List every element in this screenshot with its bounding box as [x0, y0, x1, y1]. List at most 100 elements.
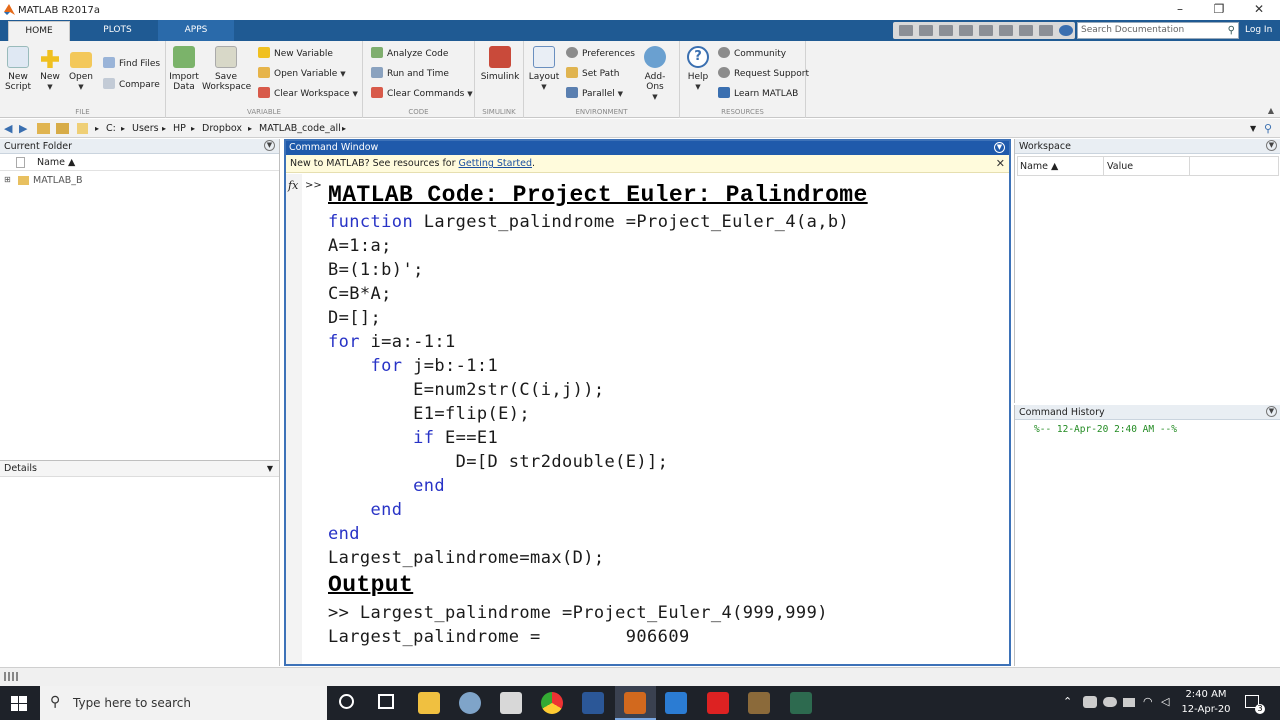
run-and-time-button[interactable]: Run and Time: [371, 67, 449, 79]
set-path-icon: [566, 67, 578, 78]
path-crumb[interactable]: Dropbox: [202, 119, 242, 138]
app-icon[interactable]: [790, 692, 812, 714]
taskbar-date[interactable]: 12-Apr-20: [1180, 704, 1232, 715]
file-explorer-icon[interactable]: [418, 692, 440, 714]
code-text: E==E1: [434, 428, 499, 448]
wifi-icon[interactable]: ◠: [1143, 695, 1153, 708]
compare-button[interactable]: Compare: [103, 78, 160, 90]
search-folder-icon[interactable]: ⚲: [1264, 119, 1272, 138]
path-crumb[interactable]: C:: [106, 119, 116, 138]
output-result-line: Largest_palindrome = 906609: [328, 627, 690, 647]
tab-plots[interactable]: PLOTS: [80, 20, 155, 41]
value-column-header[interactable]: Value: [1107, 161, 1133, 172]
tray-overflow-icon[interactable]: ⌃: [1063, 695, 1072, 708]
onedrive-icon[interactable]: [1103, 697, 1117, 707]
chevron-down-icon[interactable]: ▼: [267, 461, 273, 477]
open-variable-button[interactable]: Open Variable ▼: [258, 67, 346, 79]
fx-icon[interactable]: fx: [288, 179, 298, 192]
new-script-button[interactable]: New Script: [4, 46, 32, 92]
tab-apps[interactable]: APPS: [158, 20, 234, 41]
history-entry[interactable]: %-- 12-Apr-20 2:40 AM --%: [1034, 424, 1177, 435]
file-type-icon: [16, 157, 25, 168]
paste-icon[interactable]: [979, 25, 993, 36]
command-window[interactable]: Command Window ▼ New to MATLAB? See resou…: [284, 139, 1011, 666]
new-variable-button[interactable]: New Variable: [258, 47, 333, 59]
outlook-icon[interactable]: [665, 692, 687, 714]
panel-menu-icon[interactable]: ▼: [1266, 140, 1277, 151]
redo-icon[interactable]: [1019, 25, 1033, 36]
path-crumb[interactable]: MATLAB_code_all: [259, 119, 341, 138]
browse-folder-icon[interactable]: [56, 123, 69, 134]
cut-icon[interactable]: [939, 25, 953, 36]
code-line: E=num2str(C(i,j));: [328, 380, 605, 400]
taskbar-time[interactable]: 2:40 AM: [1180, 689, 1232, 700]
simulink-button[interactable]: Simulink: [480, 46, 520, 82]
tray-icon[interactable]: [1083, 696, 1097, 708]
up-folder-icon[interactable]: [37, 123, 50, 134]
tab-home[interactable]: HOME: [8, 21, 70, 43]
app-icon[interactable]: [748, 692, 770, 714]
acrobat-icon[interactable]: [707, 692, 729, 714]
search-icon[interactable]: ⚲: [1228, 23, 1235, 38]
back-arrow-icon[interactable]: ◀: [4, 119, 12, 138]
name-column-header[interactable]: Name ▲: [37, 157, 75, 168]
analyze-code-button[interactable]: Analyze Code: [371, 47, 448, 59]
import-data-button[interactable]: Import Data: [169, 46, 199, 92]
search-documentation-input[interactable]: Search Documentation ⚲: [1077, 22, 1239, 39]
close-button[interactable]: ✕: [1239, 0, 1279, 20]
path-crumb[interactable]: Users: [132, 119, 159, 138]
windows-start-icon[interactable]: [11, 696, 27, 711]
app-icon[interactable]: [459, 692, 481, 714]
help-button[interactable]: ? Help ▼: [684, 46, 712, 92]
title-bar: MATLAB R2017a – ❐ ✕: [0, 0, 1280, 20]
panel-menu-icon[interactable]: ▼: [1266, 406, 1277, 417]
word-icon[interactable]: [582, 692, 604, 714]
parallel-button[interactable]: Parallel ▼: [566, 87, 623, 99]
clear-commands-button[interactable]: Clear Commands ▼: [371, 87, 473, 99]
request-support-button[interactable]: Request Support: [718, 67, 809, 79]
expand-icon[interactable]: ⊞: [4, 175, 11, 184]
panel-menu-icon[interactable]: ▼: [994, 142, 1005, 153]
details-header[interactable]: Details ▼: [0, 461, 279, 477]
minimize-button[interactable]: –: [1160, 0, 1200, 20]
find-files-button[interactable]: Find Files: [103, 57, 160, 69]
preferences-button[interactable]: Preferences: [566, 47, 635, 59]
getting-started-link[interactable]: Getting Started: [459, 158, 532, 169]
taskbar-search-placeholder: Type here to search: [73, 696, 191, 710]
quick-access-icon[interactable]: [899, 25, 913, 36]
task-view-icon[interactable]: [378, 694, 394, 709]
set-path-button[interactable]: Set Path: [566, 67, 619, 79]
status-bar: [0, 667, 1280, 686]
copy-icon[interactable]: [959, 25, 973, 36]
switch-windows-icon[interactable]: [1039, 25, 1053, 36]
addons-button[interactable]: Add-Ons ▼: [636, 46, 674, 102]
forward-arrow-icon[interactable]: ▶: [19, 119, 27, 138]
learn-matlab-button[interactable]: Learn MATLAB: [718, 87, 798, 99]
simulink-group: Simulink SIMULINK: [475, 41, 524, 118]
address-dropdown-icon[interactable]: ▼: [1250, 119, 1256, 138]
open-button[interactable]: Open ▼: [67, 46, 95, 92]
path-crumb[interactable]: HP: [173, 119, 186, 138]
cortana-icon[interactable]: [339, 694, 354, 709]
community-button[interactable]: Community: [718, 47, 786, 59]
undo-icon[interactable]: [999, 25, 1013, 36]
maximize-button[interactable]: ❐: [1199, 0, 1239, 20]
close-icon[interactable]: ✕: [996, 155, 1005, 173]
panel-menu-icon[interactable]: ▼: [264, 140, 275, 151]
chrome-icon[interactable]: [541, 692, 563, 714]
volume-icon[interactable]: ◁: [1161, 695, 1169, 708]
calculator-icon[interactable]: [500, 692, 522, 714]
help-icon[interactable]: [1059, 25, 1073, 36]
collapse-ribbon-icon[interactable]: ▲: [1268, 106, 1274, 115]
layout-button[interactable]: Layout ▼: [528, 46, 560, 92]
save-icon[interactable]: [919, 25, 933, 36]
battery-icon[interactable]: [1123, 698, 1135, 707]
login-button[interactable]: Log In: [1242, 22, 1272, 39]
list-item[interactable]: ⊞ MATLAB_B: [0, 173, 279, 189]
matlab-taskbar-button[interactable]: [615, 686, 656, 720]
new-button[interactable]: New ▼: [36, 46, 64, 92]
clear-workspace-button[interactable]: Clear Workspace ▼: [258, 87, 358, 99]
name-column-header[interactable]: Name ▲: [1020, 161, 1058, 172]
taskbar-search-box[interactable]: ⚲ Type here to search: [40, 686, 327, 720]
save-workspace-button[interactable]: Save Workspace: [202, 46, 251, 92]
